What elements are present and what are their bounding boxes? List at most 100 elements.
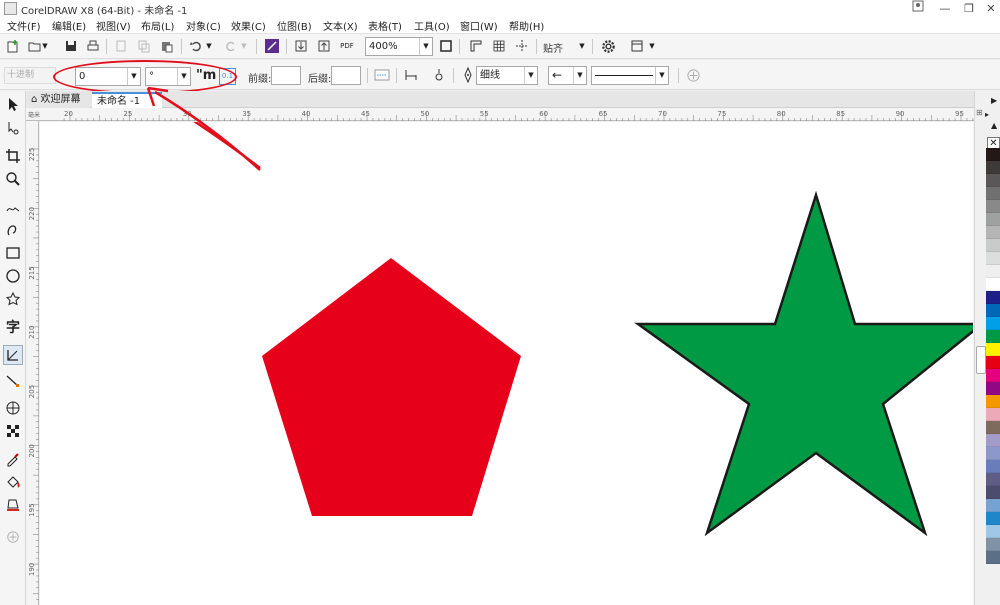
show-guidelines-icon[interactable] — [513, 37, 531, 55]
menu-tools[interactable]: 工具(O) — [414, 18, 450, 33]
palette-swatch[interactable] — [986, 317, 1000, 330]
palette-swatch[interactable] — [986, 252, 1000, 265]
redo-icon[interactable] — [222, 37, 240, 55]
text-tool-icon[interactable]: 字 — [3, 317, 23, 337]
prefix-input[interactable] — [271, 66, 301, 85]
show-rulers-icon[interactable] — [467, 37, 485, 55]
launcher-dropdown-icon[interactable]: ▼ — [647, 37, 657, 55]
import-icon[interactable] — [292, 37, 310, 55]
undo-icon[interactable] — [187, 37, 205, 55]
suffix-input[interactable] — [331, 66, 361, 85]
menu-text[interactable]: 文本(X) — [323, 18, 358, 33]
close-button[interactable]: ✕ — [978, 0, 1000, 17]
export-icon[interactable] — [315, 37, 333, 55]
palette-swatch[interactable] — [986, 200, 1000, 213]
menu-object[interactable]: 对象(C) — [186, 18, 221, 33]
menu-view[interactable]: 视图(V) — [96, 18, 131, 33]
transparency-tool-icon[interactable] — [3, 421, 23, 441]
menu-window[interactable]: 窗口(W) — [460, 18, 498, 33]
rectangle-tool-icon[interactable] — [3, 243, 23, 263]
ellipse-tool-icon[interactable] — [3, 266, 23, 286]
application-launcher-icon[interactable] — [628, 37, 646, 55]
number-system-select[interactable]: 十进制 — [4, 67, 56, 84]
palette-swatch[interactable] — [986, 343, 1000, 356]
palette-swatch[interactable] — [986, 174, 1000, 187]
smart-fill-icon[interactable] — [3, 495, 23, 515]
palette-swatch[interactable] — [986, 265, 1000, 278]
palette-swatch[interactable] — [986, 148, 1000, 161]
palette-swatch[interactable] — [986, 408, 1000, 421]
new-document-icon[interactable] — [4, 37, 22, 55]
expand-docker-icon[interactable]: ▶ — [991, 96, 997, 105]
cut-icon[interactable] — [112, 37, 130, 55]
dimension-options-icon[interactable] — [373, 66, 391, 84]
pick-tool-icon[interactable] — [3, 95, 23, 115]
palette-swatch[interactable] — [986, 291, 1000, 304]
zoom-level-select[interactable]: 400% ▼ — [365, 37, 433, 56]
palette-swatch[interactable] — [986, 330, 1000, 343]
connector-tool-icon[interactable] — [3, 371, 23, 391]
publish-pdf-icon[interactable]: PDF — [338, 37, 356, 55]
palette-swatch[interactable] — [986, 538, 1000, 551]
menu-file[interactable]: 文件(F) — [7, 18, 41, 33]
user-icon[interactable] — [905, 0, 931, 17]
paste-icon[interactable] — [158, 37, 176, 55]
add-tool-icon[interactable] — [3, 527, 23, 547]
red-pentagon[interactable] — [262, 258, 521, 516]
menu-bitmap[interactable]: 位图(B) — [277, 18, 312, 33]
palette-swatch[interactable] — [986, 161, 1000, 174]
extension-line-icon[interactable] — [402, 66, 420, 84]
palette-swatch[interactable] — [986, 395, 1000, 408]
palette-swatch[interactable] — [986, 499, 1000, 512]
full-screen-preview-icon[interactable] — [437, 37, 455, 55]
freehand-tool-icon[interactable] — [3, 197, 23, 217]
menu-effects[interactable]: 效果(C) — [231, 18, 266, 33]
print-icon[interactable] — [84, 37, 102, 55]
palette-swatch[interactable] — [986, 525, 1000, 538]
copy-icon[interactable] — [135, 37, 153, 55]
artistic-media-icon[interactable] — [3, 220, 23, 240]
scroll-right-icon[interactable]: ▸ — [985, 110, 989, 119]
gear-icon[interactable] — [599, 37, 617, 55]
show-grid-icon[interactable] — [490, 37, 508, 55]
menu-edit[interactable]: 编辑(E) — [52, 18, 86, 33]
palette-swatch[interactable] — [986, 473, 1000, 486]
open-dropdown-icon[interactable]: ▼ — [40, 37, 50, 55]
crop-tool-icon[interactable] — [3, 146, 23, 166]
polygon-tool-icon[interactable] — [3, 289, 23, 309]
palette-swatch[interactable] — [986, 356, 1000, 369]
blend-tool-icon[interactable] — [3, 398, 23, 418]
arrowhead-select[interactable]: ← ▼ — [548, 66, 587, 85]
text-position-icon[interactable] — [430, 66, 448, 84]
palette-swatch[interactable] — [986, 447, 1000, 460]
undo-dropdown-icon[interactable]: ▼ — [204, 37, 214, 55]
interactive-fill-icon[interactable] — [3, 472, 23, 492]
line-style-select[interactable]: ▼ — [591, 66, 669, 85]
search-content-icon[interactable] — [263, 37, 281, 55]
save-icon[interactable] — [62, 37, 80, 55]
palette-swatch[interactable] — [986, 239, 1000, 252]
palette-swatch[interactable] — [986, 369, 1000, 382]
outline-width-select[interactable]: 细线 ▼ — [476, 66, 538, 85]
palette-swatch[interactable] — [986, 460, 1000, 473]
palette-swatch[interactable] — [986, 551, 1000, 564]
tab-welcome[interactable]: ⌂ 欢迎屏幕 — [26, 92, 90, 108]
menu-layout[interactable]: 布局(L) — [141, 18, 174, 33]
snap-to-label[interactable]: 贴齐 — [543, 40, 563, 55]
palette-swatch[interactable] — [986, 434, 1000, 447]
redo-dropdown-icon[interactable]: ▼ — [239, 37, 249, 55]
palette-swatch[interactable] — [986, 187, 1000, 200]
palette-swatch[interactable] — [986, 486, 1000, 499]
dimension-tool-icon[interactable] — [3, 345, 23, 365]
minimize-button[interactable]: — — [932, 0, 958, 17]
palette-swatch[interactable] — [986, 226, 1000, 239]
add-circle-icon[interactable] — [684, 66, 702, 84]
zoom-tool-icon[interactable] — [3, 169, 23, 189]
eyedropper-tool-icon[interactable] — [3, 449, 23, 469]
menu-table[interactable]: 表格(T) — [368, 18, 402, 33]
palette-swatch[interactable] — [986, 512, 1000, 525]
menu-help[interactable]: 帮助(H) — [509, 18, 544, 33]
palette-swatch[interactable] — [986, 382, 1000, 395]
palette-swatch[interactable] — [986, 278, 1000, 291]
palette-swatch[interactable] — [986, 213, 1000, 226]
